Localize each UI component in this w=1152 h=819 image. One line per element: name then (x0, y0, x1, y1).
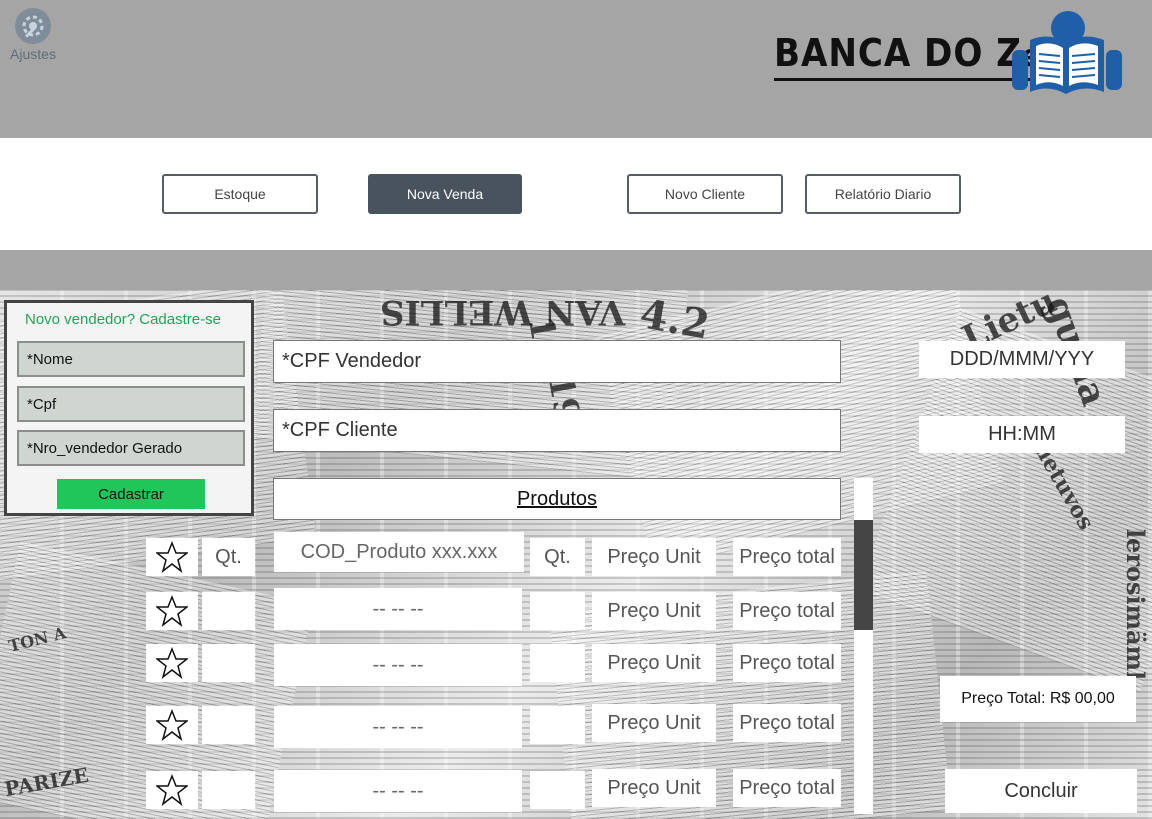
cadastrar-button[interactable]: Cadastrar (57, 479, 205, 509)
row-product-code-cell[interactable]: -- -- -- (274, 770, 522, 812)
brand-title-main: BANCA DO Z (774, 31, 1022, 75)
row-product-code-cell[interactable]: -- -- -- (274, 588, 522, 630)
cpf-cliente-input[interactable]: *CPF Cliente (273, 409, 841, 452)
row-qty2-cell[interactable]: Qt. (530, 538, 585, 576)
favorite-star-icon[interactable] (146, 538, 198, 576)
bg-headline: lerosimäml (1121, 528, 1151, 681)
row-total-price-cell: Preço total (733, 592, 841, 630)
time-field[interactable]: HH:MM (919, 416, 1125, 453)
date-field[interactable]: DDD/MMM/YYY (919, 341, 1125, 378)
nav-novo-cliente-button[interactable]: Novo Cliente (627, 174, 783, 214)
produtos-label: Produtos (516, 487, 598, 510)
nav-nova-venda-button[interactable]: Nova Venda (368, 174, 522, 214)
bg-headline: VAN WELLIS (380, 292, 626, 332)
favorite-star-icon[interactable] (146, 592, 198, 630)
vendor-name-field[interactable]: *Nome (17, 341, 245, 377)
divider-band (0, 250, 1152, 290)
products-scrollbar-thumb[interactable] (854, 520, 873, 630)
row-qty-cell[interactable] (202, 771, 255, 809)
row-unit-price-cell: Preço Unit (592, 592, 716, 630)
row-product-code-cell[interactable]: -- -- -- (274, 706, 522, 748)
vendor-number-field[interactable]: *Nro_vendedor Gerado (17, 430, 245, 466)
main-nav: Estoque Nova Venda Novo Cliente Relatóri… (0, 138, 1152, 250)
favorite-star-icon[interactable] (146, 771, 198, 809)
row-product-code-cell[interactable]: COD_Produto xxx.xxx (274, 532, 524, 572)
row-qty2-cell[interactable] (530, 706, 585, 744)
settings-label: Ajustes (10, 46, 56, 62)
register-vendor-panel: Novo vendedor? Cadastre-se *Nome *Cpf *N… (4, 300, 254, 516)
settings-button[interactable]: Ajustes (8, 8, 58, 62)
favorite-star-icon[interactable] (146, 644, 198, 682)
row-total-price-cell: Preço total (733, 704, 841, 742)
row-unit-price-cell: Preço Unit (592, 538, 716, 576)
row-unit-price-cell: Preço Unit (592, 704, 716, 742)
vendor-cpf-field[interactable]: *Cpf (17, 386, 245, 422)
reader-logo-icon (1008, 6, 1126, 107)
row-qty-cell[interactable] (202, 644, 255, 682)
row-qty-cell[interactable] (202, 592, 255, 630)
row-total-price-cell: Preço total (733, 538, 841, 576)
row-qty-cell[interactable]: Qt. (202, 538, 255, 576)
row-product-code-cell[interactable]: -- -- -- (274, 644, 522, 686)
nav-estoque-button[interactable]: Estoque (162, 174, 318, 214)
register-title: Novo vendedor? Cadastre-se (25, 311, 221, 328)
total-price-display: Preço Total: R$ 00,00 (940, 676, 1136, 722)
row-qty-cell[interactable] (202, 706, 255, 744)
row-qty2-cell[interactable] (530, 592, 585, 630)
row-unit-price-cell: Preço Unit (592, 644, 716, 682)
row-qty2-cell[interactable] (530, 771, 585, 809)
gear-icon (15, 8, 51, 44)
nav-relatorio-button[interactable]: Relatório Diario (805, 174, 961, 214)
row-total-price-cell: Preço total (733, 769, 841, 807)
brand-title: BANCA DO Zé (774, 31, 1042, 81)
row-total-price-cell: Preço total (733, 644, 841, 682)
concluir-button[interactable]: Concluir (945, 769, 1137, 813)
row-unit-price-cell: Preço Unit (592, 769, 716, 807)
row-qty2-cell[interactable] (530, 644, 585, 682)
produtos-header: Produtos (273, 478, 841, 520)
header: Ajustes BANCA DO Zé (0, 0, 1152, 138)
cpf-vendedor-input[interactable]: *CPF Vendedor (273, 340, 841, 383)
favorite-star-icon[interactable] (146, 706, 198, 744)
